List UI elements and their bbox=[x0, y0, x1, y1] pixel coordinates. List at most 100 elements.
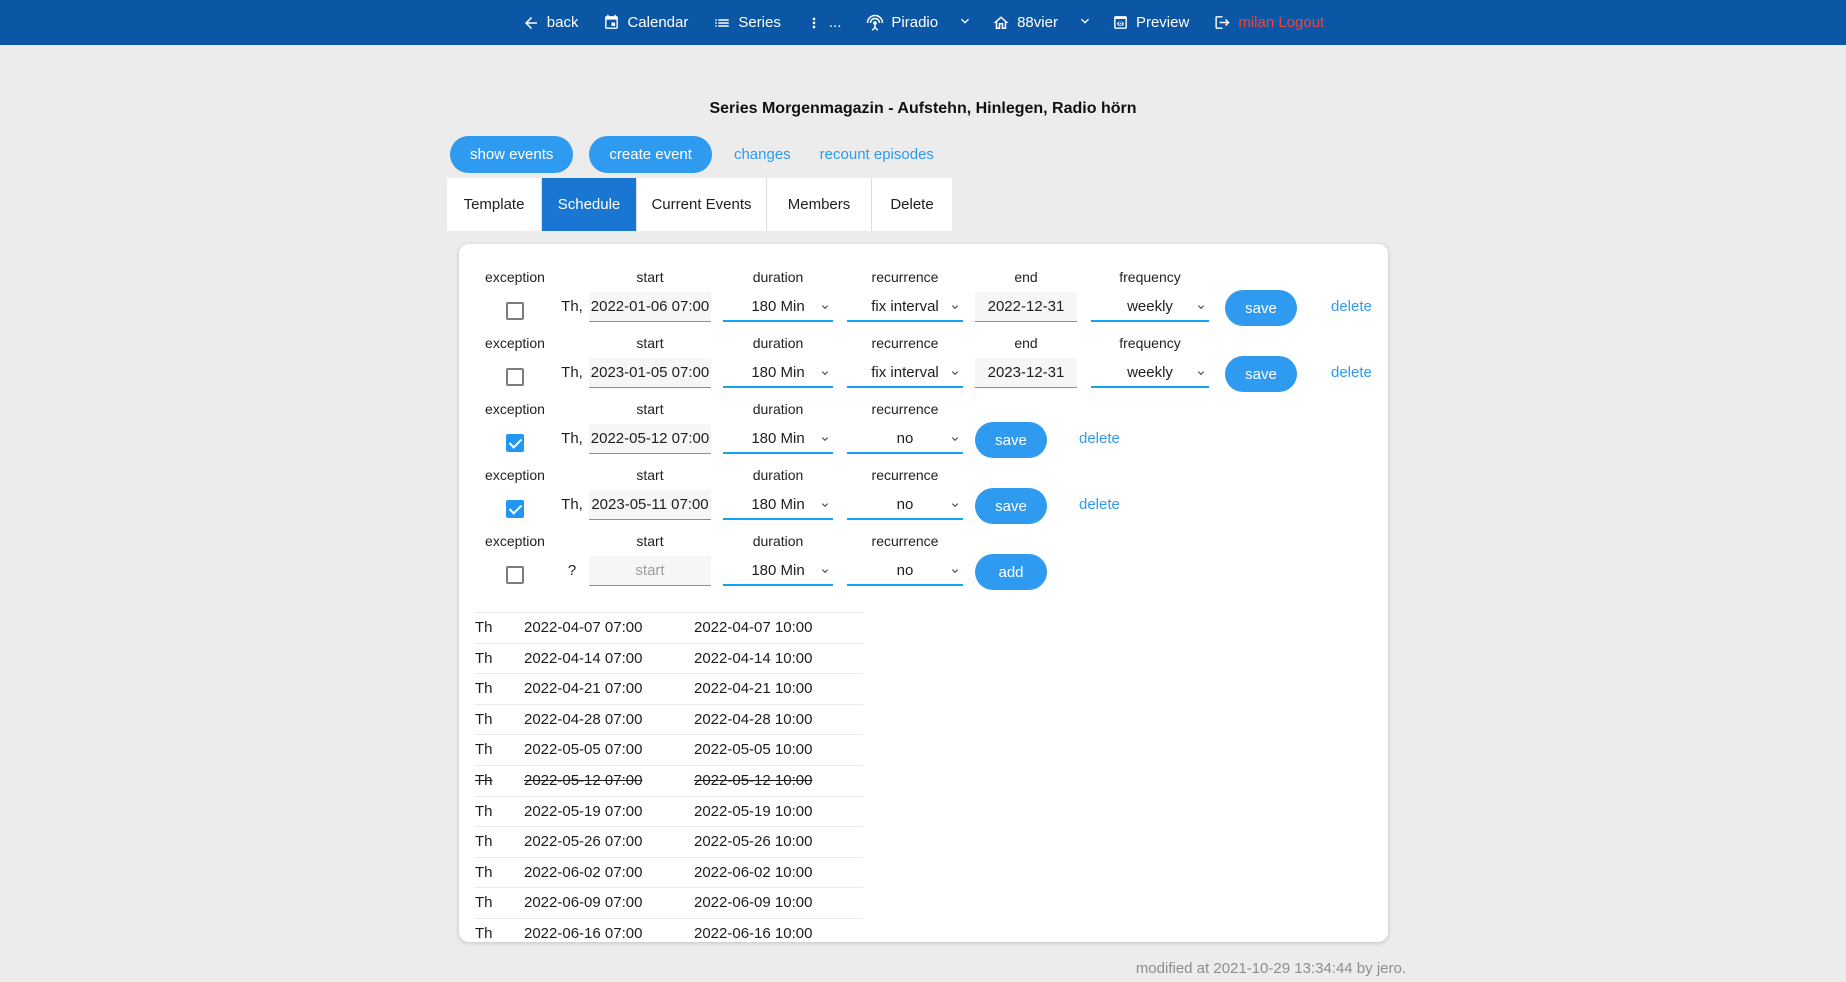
action-bar: show events create event changes recount… bbox=[450, 135, 934, 173]
end-input[interactable] bbox=[975, 358, 1077, 388]
field-label: exception bbox=[485, 332, 545, 354]
tab-delete[interactable]: Delete bbox=[872, 178, 952, 231]
recurrence-select[interactable]: no bbox=[847, 556, 963, 586]
save-button[interactable]: save bbox=[975, 422, 1047, 458]
station-dropdown-chevron[interactable] bbox=[1077, 13, 1093, 33]
selected-value: 180 Min bbox=[751, 562, 804, 579]
delete-link[interactable]: delete bbox=[1331, 298, 1372, 315]
day-label: Th, bbox=[559, 420, 585, 456]
exception-checkbox[interactable] bbox=[506, 500, 524, 518]
selected-value: no bbox=[897, 562, 914, 579]
duration-select[interactable]: 180 Min bbox=[723, 556, 833, 586]
nav-piradio-label: Piradio bbox=[891, 14, 938, 31]
tab-members[interactable]: Members bbox=[767, 178, 872, 231]
calendar-icon bbox=[603, 14, 620, 31]
col-frequency: frequencyweekly bbox=[1091, 266, 1209, 322]
chevron-down-icon bbox=[1077, 13, 1093, 33]
selected-value: 180 Min bbox=[751, 364, 804, 381]
col-exception: exception bbox=[471, 266, 559, 324]
field-label: exception bbox=[485, 464, 545, 486]
nav-calendar[interactable]: Calendar bbox=[603, 14, 688, 31]
selected-value: no bbox=[897, 430, 914, 447]
event-day: Th bbox=[475, 858, 524, 888]
event-end: 2022-04-07 10:00 bbox=[694, 613, 863, 643]
save-button[interactable]: save bbox=[1225, 290, 1297, 326]
delete-link[interactable]: delete bbox=[1079, 496, 1120, 513]
event-start: 2022-06-02 07:00 bbox=[524, 858, 694, 888]
col-day: Th, bbox=[559, 464, 585, 522]
frequency-select[interactable]: weekly bbox=[1091, 358, 1209, 388]
nav-more[interactable]: ... bbox=[806, 14, 842, 31]
recurrence-select[interactable]: no bbox=[847, 424, 963, 454]
nav-piradio[interactable]: Piradio bbox=[866, 14, 938, 32]
start-input[interactable] bbox=[589, 556, 711, 586]
duration-select[interactable]: 180 Min bbox=[723, 292, 833, 322]
selected-value: 180 Min bbox=[751, 496, 804, 513]
col-exception: exception bbox=[471, 464, 559, 522]
nav-logout[interactable]: milan Logout bbox=[1214, 14, 1324, 31]
frequency-select[interactable]: weekly bbox=[1091, 292, 1209, 322]
field-label: end bbox=[1014, 266, 1037, 288]
col-recurrence: recurrencefix interval bbox=[847, 332, 963, 388]
events-table: Th2022-04-07 07:002022-04-07 10:00Th2022… bbox=[475, 612, 863, 942]
event-end: 2022-05-12 10:00 bbox=[694, 766, 863, 796]
selected-value: 180 Min bbox=[751, 430, 804, 447]
field-label bbox=[570, 464, 574, 486]
duration-select[interactable]: 180 Min bbox=[723, 490, 833, 520]
exception-checkbox[interactable] bbox=[506, 302, 524, 320]
field-label: duration bbox=[753, 332, 804, 354]
col-exception: exception bbox=[471, 332, 559, 390]
duration-select[interactable]: 180 Min bbox=[723, 358, 833, 388]
add-button[interactable]: add bbox=[975, 554, 1047, 590]
exception-checkbox[interactable] bbox=[506, 368, 524, 386]
field-label bbox=[570, 530, 574, 552]
recount-episodes-link[interactable]: recount episodes bbox=[820, 146, 934, 163]
start-input[interactable] bbox=[589, 358, 711, 388]
recurrence-select[interactable]: fix interval bbox=[847, 358, 963, 388]
tab-schedule[interactable]: Schedule bbox=[542, 178, 637, 231]
nav-station[interactable]: 88vier bbox=[992, 14, 1058, 32]
event-end: 2022-04-28 10:00 bbox=[694, 705, 863, 735]
day-label: ? bbox=[559, 552, 585, 588]
nav-station-label: 88vier bbox=[1017, 14, 1058, 31]
field-label: recurrence bbox=[872, 464, 939, 486]
start-input[interactable] bbox=[589, 490, 711, 520]
end-input[interactable] bbox=[975, 292, 1077, 322]
start-input[interactable] bbox=[589, 424, 711, 454]
event-row: Th2022-05-26 07:002022-05-26 10:00 bbox=[475, 826, 863, 857]
col-exception: exception bbox=[471, 398, 559, 456]
field-label: duration bbox=[753, 530, 804, 552]
delete-link[interactable]: delete bbox=[1331, 364, 1372, 381]
schedule-row: exception Th,startduration180 Minrecurre… bbox=[471, 266, 1388, 332]
nav-series[interactable]: Series bbox=[713, 14, 781, 32]
nav-preview[interactable]: Preview bbox=[1112, 14, 1189, 31]
save-button[interactable]: save bbox=[1225, 356, 1297, 392]
start-input[interactable] bbox=[589, 292, 711, 322]
tab-current-events[interactable]: Current Events bbox=[637, 178, 767, 231]
col-recurrence: recurrenceno bbox=[847, 530, 963, 586]
event-day: Th bbox=[475, 735, 524, 765]
event-end: 2022-04-21 10:00 bbox=[694, 674, 863, 704]
col-day: Th, bbox=[559, 398, 585, 456]
schedule-row: exception ?startduration180 Minrecurrenc… bbox=[471, 530, 1388, 596]
exception-checkbox[interactable] bbox=[506, 566, 524, 584]
save-button[interactable]: save bbox=[975, 488, 1047, 524]
event-day: Th bbox=[475, 888, 524, 918]
recurrence-select[interactable]: no bbox=[847, 490, 963, 520]
event-end: 2022-06-09 10:00 bbox=[694, 888, 863, 918]
field-label: frequency bbox=[1119, 332, 1180, 354]
arrow-left-icon bbox=[522, 14, 540, 32]
tab-template[interactable]: Template bbox=[447, 178, 542, 231]
nav-logout-label: milan Logout bbox=[1238, 14, 1324, 31]
delete-link[interactable]: delete bbox=[1079, 430, 1120, 447]
recurrence-select[interactable]: fix interval bbox=[847, 292, 963, 322]
create-event-button[interactable]: create event bbox=[589, 136, 712, 173]
duration-select[interactable]: 180 Min bbox=[723, 424, 833, 454]
piradio-dropdown-chevron[interactable] bbox=[957, 13, 973, 33]
show-events-button[interactable]: show events bbox=[450, 136, 573, 173]
event-day: Th bbox=[475, 705, 524, 735]
exception-checkbox[interactable] bbox=[506, 434, 524, 452]
changes-link[interactable]: changes bbox=[734, 146, 791, 163]
nav-back[interactable]: back bbox=[522, 14, 579, 32]
col-duration: duration180 Min bbox=[723, 398, 833, 454]
